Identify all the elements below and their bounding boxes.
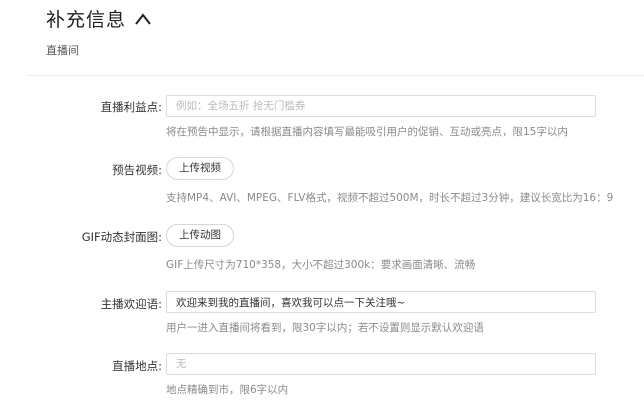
upload-gif-button[interactable]: 上传动图: [166, 224, 234, 247]
section-header: 补充信息: [46, 5, 154, 32]
location-hint: 地点精确到市，限6字以内: [166, 384, 289, 396]
selling-point-hint: 将在预告中显示，请根据直播内容填写最能吸引用户的促销、互动或亮点，限15字以内: [166, 126, 568, 138]
preview-video-label: 预告视频:: [112, 163, 162, 177]
location-label: 直播地点:: [112, 359, 162, 373]
section-subtitle: 直播间: [46, 44, 79, 57]
welcome-message-label: 主播欢迎语:: [100, 297, 162, 311]
selling-point-label: 直播利益点:: [100, 100, 162, 114]
gif-cover-hint: GIF上传尺寸为710*358，大小不超过300k：要求画面清晰、流畅: [166, 259, 476, 271]
welcome-message-input[interactable]: [166, 291, 596, 313]
selling-point-input[interactable]: [166, 95, 596, 117]
location-input[interactable]: [166, 353, 596, 375]
chevron-up-icon[interactable]: [132, 9, 154, 29]
page-title: 补充信息: [46, 9, 127, 31]
welcome-message-hint: 用户一进入直播间将看到，限30字以内；若不设置则显示默认欢迎语: [166, 322, 484, 334]
upload-video-button[interactable]: 上传视频: [166, 157, 234, 180]
preview-video-hint: 支持MP4、AVI、MPEG、FLV格式，视频不超过500M，时长不超过3分钟，…: [166, 192, 614, 204]
divider: [26, 75, 644, 76]
gif-cover-label: GIF动态封面图:: [81, 230, 162, 244]
